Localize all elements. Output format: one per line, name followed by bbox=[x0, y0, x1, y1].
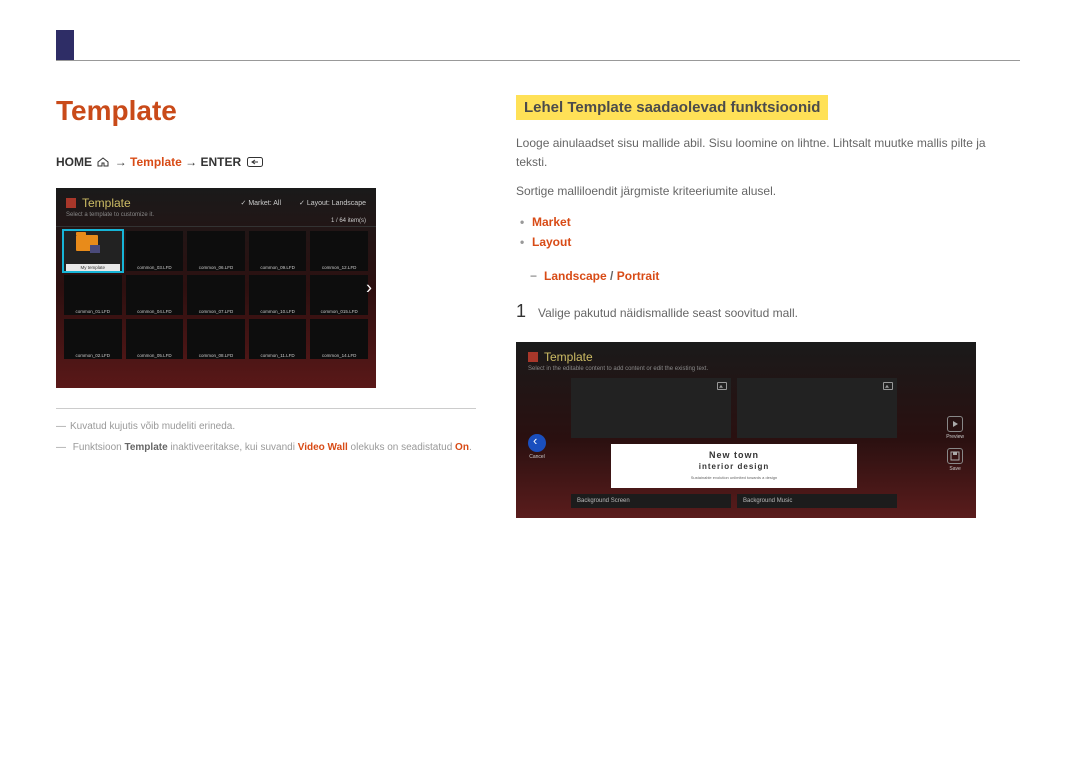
template-item[interactable]: common_12.LFD bbox=[310, 231, 368, 271]
template-item[interactable]: common_01.LFD bbox=[64, 275, 122, 315]
background-music-button[interactable]: Background Music bbox=[737, 494, 897, 508]
template-editor-screenshot: Template Select in the editable content … bbox=[516, 342, 976, 518]
template-item[interactable]: common_02.LFD bbox=[64, 319, 122, 359]
sub-bullet-orientation: Landscape / Portrait bbox=[516, 266, 1020, 286]
background-screen-button[interactable]: Background Screen bbox=[571, 494, 731, 508]
paragraph-1: Looge ainulaadset sisu mallide abil. Sis… bbox=[516, 134, 1020, 172]
template-list-screenshot: Template ✓ Market: All ✓ Layout: Landsca… bbox=[56, 188, 376, 388]
template-item[interactable]: common_06.LFD bbox=[187, 231, 245, 271]
page-header-bar bbox=[56, 30, 74, 60]
template-item[interactable]: common_015.LFD bbox=[310, 275, 368, 315]
step-1: 1 Valige pakutud näidismallide seast soo… bbox=[516, 301, 1020, 322]
left-column: Template HOME → Template → ENTER Templat… bbox=[56, 95, 476, 518]
cancel-button[interactable]: Cancel bbox=[528, 434, 546, 460]
breadcrumb-arrow-1: → bbox=[115, 155, 127, 169]
bullet-layout: Layout bbox=[532, 232, 1020, 252]
breadcrumb-home: HOME bbox=[56, 155, 92, 169]
app-logo-icon bbox=[528, 352, 538, 362]
save-icon bbox=[947, 448, 963, 464]
template-item-mytemplate[interactable]: My template bbox=[64, 231, 122, 271]
preview-button[interactable]: Preview bbox=[946, 416, 964, 440]
template-item[interactable]: common_10.LFD bbox=[249, 275, 307, 315]
right-column: Lehel Template saadaolevad funktsioonid … bbox=[516, 95, 1020, 518]
template-item[interactable]: common_09.LFD bbox=[249, 231, 307, 271]
item-count: 1 / 64 item(s) bbox=[56, 218, 376, 227]
screenshot1-title: Template bbox=[82, 196, 131, 210]
image-panel-right[interactable] bbox=[737, 378, 897, 438]
next-page-icon[interactable]: › bbox=[366, 277, 372, 298]
note-1: ―Kuvatud kujutis võib mudeliti erineda. bbox=[56, 421, 476, 432]
market-dropdown[interactable]: ✓ Market: All bbox=[241, 199, 282, 207]
template-item[interactable]: common_07.LFD bbox=[187, 275, 245, 315]
breadcrumb: HOME → Template → ENTER bbox=[56, 155, 476, 170]
template-item[interactable]: common_05.LFD bbox=[126, 319, 184, 359]
enter-icon bbox=[247, 156, 263, 170]
breadcrumb-enter: ENTER bbox=[201, 155, 242, 169]
breadcrumb-arrow-2: → bbox=[185, 155, 197, 169]
template-item[interactable]: common_08.LFD bbox=[187, 319, 245, 359]
layout-dropdown[interactable]: ✓ Layout: Landscape bbox=[299, 199, 366, 207]
template-item[interactable]: common_03.LFD bbox=[126, 231, 184, 271]
step-text: Valige pakutud näidismallide seast soovi… bbox=[538, 306, 798, 320]
back-icon bbox=[528, 434, 546, 452]
screenshot2-title: Template bbox=[544, 350, 593, 364]
image-icon bbox=[717, 382, 727, 390]
play-icon bbox=[947, 416, 963, 432]
breadcrumb-template: Template bbox=[130, 155, 182, 169]
note-2: ― Funktsioon Template inaktiveeritakse, … bbox=[56, 442, 476, 453]
notes-divider: ―Kuvatud kujutis võib mudeliti erineda. … bbox=[56, 408, 476, 453]
paragraph-2: Sortige malliloendit järgmiste kriteeriu… bbox=[516, 182, 1020, 201]
app-logo-icon bbox=[66, 198, 76, 208]
bullet-market: Market bbox=[532, 212, 1020, 232]
template-item[interactable]: common_14.LFD bbox=[310, 319, 368, 359]
page-title: Template bbox=[56, 95, 476, 127]
save-button[interactable]: Save bbox=[946, 448, 964, 472]
image-icon bbox=[883, 382, 893, 390]
home-icon bbox=[97, 156, 109, 170]
template-item[interactable]: common_04.LFD bbox=[126, 275, 184, 315]
section-heading: Lehel Template saadaolevad funktsioonid bbox=[516, 95, 828, 120]
step-number: 1 bbox=[516, 301, 526, 322]
template-grid: My template common_03.LFD common_06.LFD … bbox=[56, 231, 376, 359]
text-card[interactable]: New town interior design Sustainable evo… bbox=[611, 444, 857, 488]
page-header-rule bbox=[56, 60, 1020, 61]
template-item[interactable]: common_11.LFD bbox=[249, 319, 307, 359]
image-panel-left[interactable] bbox=[571, 378, 731, 438]
bullet-list: Market Layout bbox=[516, 212, 1020, 253]
